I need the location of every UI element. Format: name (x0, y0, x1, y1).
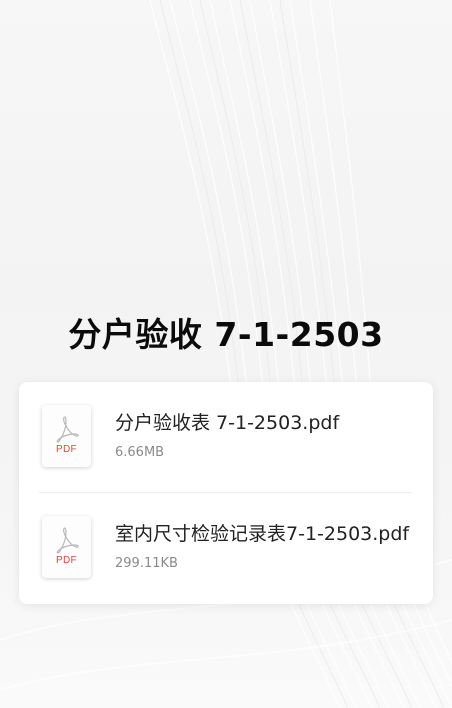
acrobat-icon (56, 416, 79, 443)
file-size: 6.66MB (115, 445, 165, 460)
file-item-1[interactable]: PDF 分户验收表 7-1-2503.pdf 6.66MB (19, 382, 433, 492)
file-list-card: PDF 分户验收表 7-1-2503.pdf 6.66MB PDF 室内尺寸检验… (19, 382, 433, 604)
page-title: 分户验收 7-1-2503 (68, 315, 384, 354)
file-name: 室内尺寸检验记录表7-1-2503.pdf (115, 523, 410, 545)
file-size: 299.11KB (115, 556, 178, 571)
file-name: 分户验收表 7-1-2503.pdf (115, 412, 340, 434)
pdf-icon: PDF (42, 516, 91, 578)
pdf-type-label: PDF (56, 555, 77, 566)
pdf-type-label: PDF (56, 444, 77, 455)
pdf-icon: PDF (42, 405, 91, 467)
file-item-2[interactable]: PDF 室内尺寸检验记录表7-1-2503.pdf 299.11KB (19, 493, 433, 603)
acrobat-icon (56, 527, 79, 554)
